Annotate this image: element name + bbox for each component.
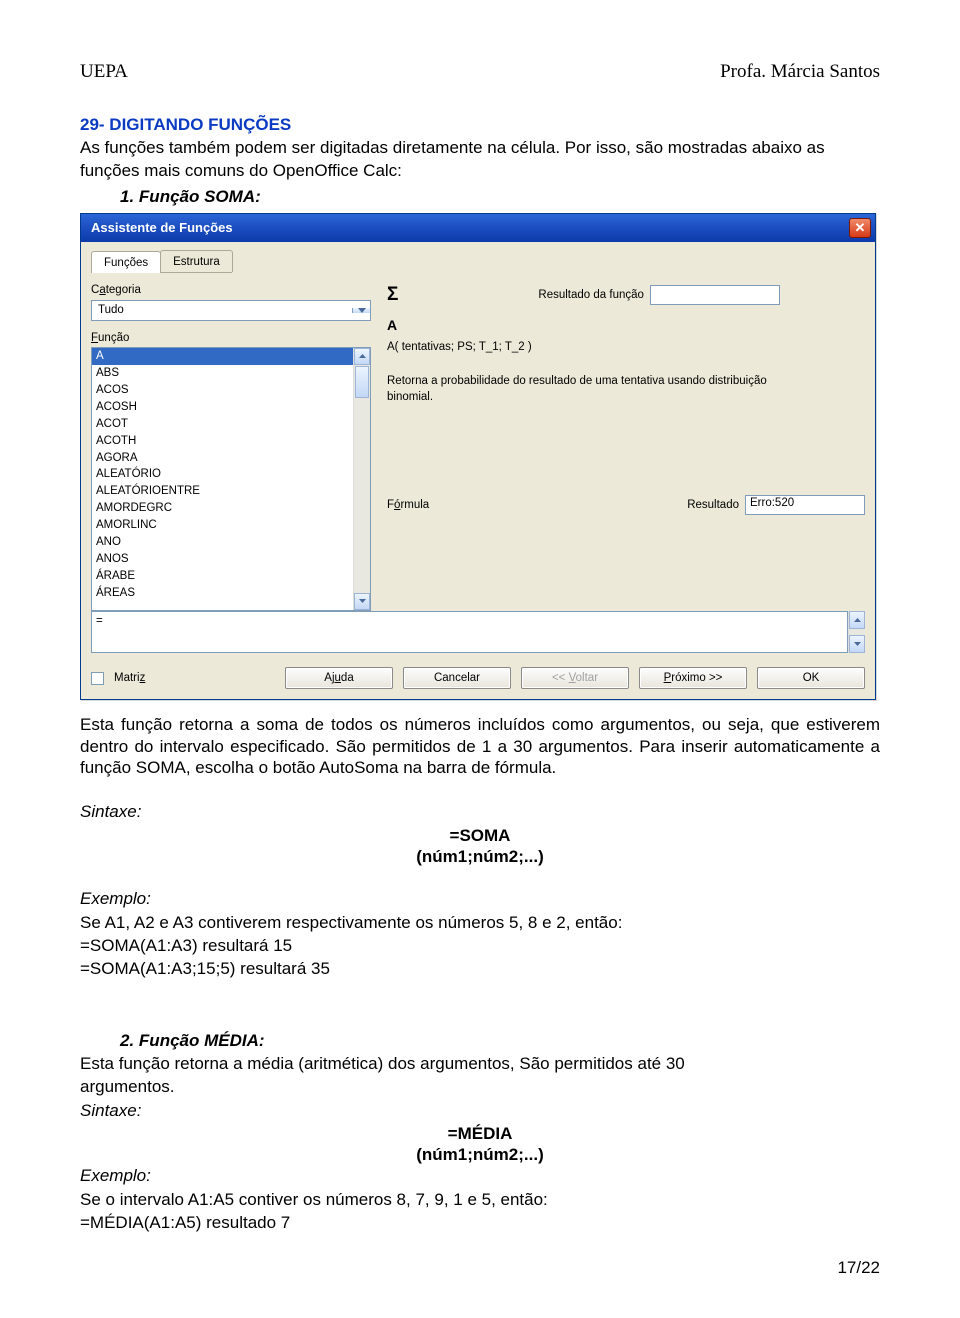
list-item[interactable]: ALEATÓRIOENTRE	[92, 483, 353, 500]
list-item[interactable]: ÁRABE	[92, 568, 353, 585]
formula-scrollbar[interactable]	[848, 611, 865, 653]
list-item[interactable]: ÁREAS	[92, 585, 353, 602]
exemplo-media-1: Se o intervalo A1:A5 contiver os números…	[80, 1189, 880, 1210]
ok-button[interactable]: OK	[757, 667, 865, 689]
soma-syntax-2: (núm1;núm2;...)	[80, 846, 880, 867]
resultado-field: Erro:520	[745, 495, 865, 515]
resultado-funcao-field	[650, 285, 780, 305]
scroll-down-icon[interactable]	[354, 593, 370, 610]
formula-label: Fórmula	[387, 498, 429, 512]
page-header-right: Profa. Márcia Santos	[720, 60, 880, 84]
tab-structure[interactable]: Estrutura	[160, 250, 233, 272]
categoria-label: Categoria	[91, 283, 371, 297]
media-syntax-2: (núm1;núm2;...)	[80, 1144, 880, 1165]
list-scrollbar[interactable]	[353, 348, 370, 610]
list-item[interactable]: ANO	[92, 534, 353, 551]
matrix-checkbox[interactable]	[91, 672, 104, 685]
formula-input[interactable]: =	[91, 611, 848, 653]
media-desc-1: Esta função retorna a média (aritmética)…	[80, 1053, 880, 1074]
next-button[interactable]: Próximo >>	[639, 667, 747, 689]
back-button[interactable]: << Voltar	[521, 667, 629, 689]
function-wizard-dialog: Assistente de Funções ✕ Funções Estrutur…	[80, 213, 876, 701]
item1-num: 1.	[120, 187, 134, 206]
page-number: 17/22	[80, 1257, 880, 1278]
media-syntax-1: =MÉDIA	[80, 1123, 880, 1144]
scroll-thumb[interactable]	[355, 366, 369, 398]
list-item[interactable]: ANOS	[92, 551, 353, 568]
matrix-label: Matriz	[114, 671, 145, 685]
exemplo-media-2: =MÉDIA(A1:A5) resultado 7	[80, 1212, 880, 1233]
scroll-down-icon[interactable]	[849, 635, 865, 653]
exemplo-label-2: Exemplo:	[80, 1165, 880, 1186]
soma-syntax-1: =SOMA	[80, 825, 880, 846]
tab-functions[interactable]: Funções	[91, 251, 161, 273]
dropdown-icon[interactable]	[352, 308, 370, 313]
section-title: 29- DIGITANDO FUNÇÕES	[80, 114, 880, 135]
funcao-label: Função	[91, 331, 371, 345]
exemplo-label: Exemplo:	[80, 888, 880, 909]
function-description: Retorna a probabilidade do resultado de …	[387, 373, 837, 405]
list-item[interactable]: ABS	[92, 365, 353, 382]
list-item[interactable]: ACOT	[92, 416, 353, 433]
page-header-left: UEPA	[80, 60, 128, 84]
sintaxe-label: Sintaxe:	[80, 801, 880, 822]
resultado-label: Resultado	[687, 498, 739, 512]
media-desc-2: argumentos.	[80, 1076, 880, 1097]
list-item[interactable]: ACOS	[92, 382, 353, 399]
exemplo-soma-3: =SOMA(A1:A3;15;5) resultará 35	[80, 958, 880, 979]
close-button[interactable]: ✕	[849, 218, 871, 238]
dialog-title: Assistente de Funções	[91, 220, 233, 236]
soma-description: Esta função retorna a soma de todos os n…	[80, 714, 880, 778]
list-item[interactable]: AGORA	[92, 450, 353, 467]
intro-text-1: As funções também podem ser digitadas di…	[80, 137, 880, 158]
sintaxe-label-2: Sintaxe:	[80, 1100, 880, 1121]
close-icon: ✕	[855, 220, 866, 236]
list-item[interactable]: ACOTH	[92, 433, 353, 450]
exemplo-soma-1: Se A1, A2 e A3 contiverem respectivament…	[80, 912, 880, 933]
item2-title: Função MÉDIA:	[139, 1031, 265, 1050]
resultado-funcao-label: Resultado da função	[538, 288, 644, 302]
function-signature: A( tentativas; PS; T_1; T_2 )	[387, 340, 865, 354]
sigma-icon: Σ	[387, 283, 398, 307]
list-item[interactable]: AMORLINC	[92, 517, 353, 534]
scroll-up-icon[interactable]	[354, 348, 370, 365]
categoria-combo[interactable]: Tudo	[91, 300, 371, 321]
categoria-value: Tudo	[92, 301, 352, 319]
item1-title: Função SOMA:	[139, 187, 261, 206]
intro-text-2: funções mais comuns do OpenOffice Calc:	[80, 160, 880, 181]
list-item[interactable]: A	[92, 348, 353, 365]
list-item[interactable]: AMORDEGRC	[92, 500, 353, 517]
list-item[interactable]: ALEATÓRIO	[92, 466, 353, 483]
help-button[interactable]: Ajuda	[285, 667, 393, 689]
function-name: A	[387, 317, 865, 335]
function-listbox[interactable]: A ABS ACOS ACOSH ACOT ACOTH AGORA ALEATÓ…	[91, 347, 371, 611]
list-item[interactable]: ACOSH	[92, 399, 353, 416]
item2-num: 2.	[120, 1031, 134, 1050]
exemplo-soma-2: =SOMA(A1:A3) resultará 15	[80, 935, 880, 956]
scroll-up-icon[interactable]	[849, 611, 865, 629]
cancel-button[interactable]: Cancelar	[403, 667, 511, 689]
